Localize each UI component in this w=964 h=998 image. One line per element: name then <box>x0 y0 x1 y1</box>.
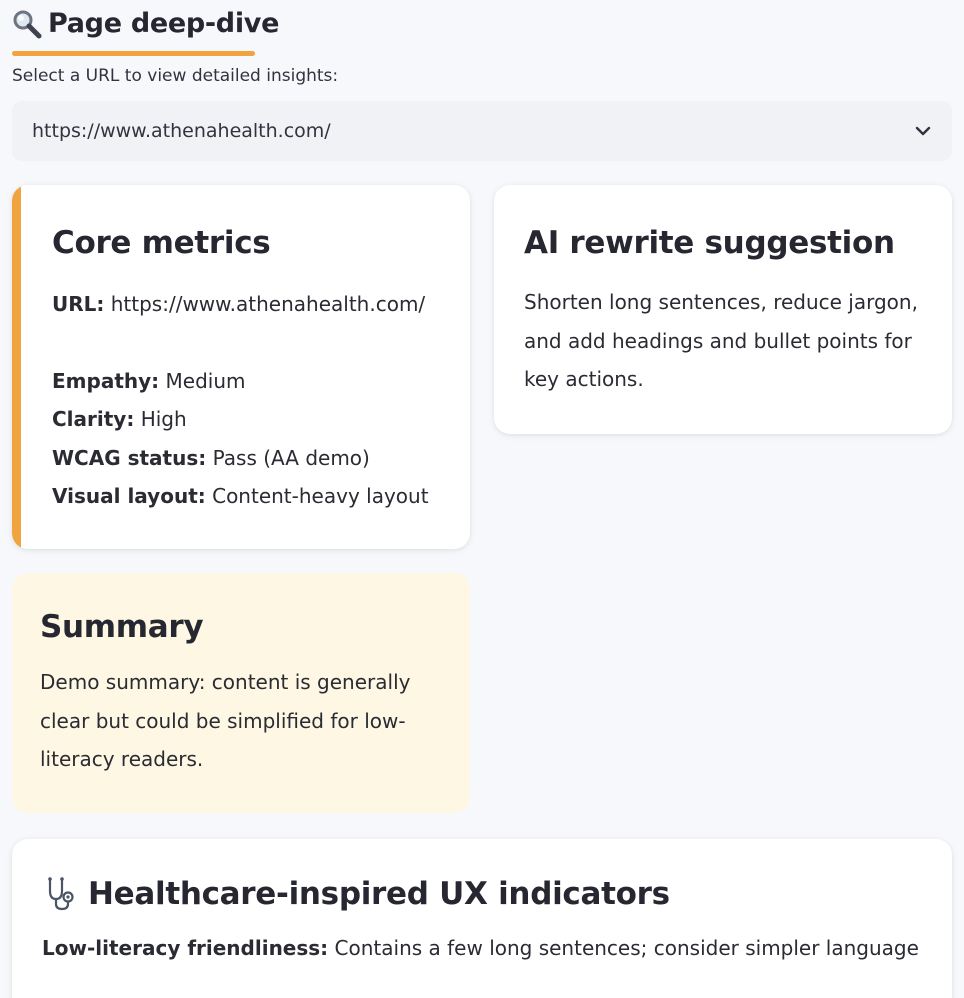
core-metrics-title: Core metrics <box>52 225 271 261</box>
indicator-low-literacy: Low-literacy friendliness: Contains a fe… <box>42 931 924 965</box>
metric-clarity-value: High <box>140 407 187 431</box>
metric-url-value: https://www.athenahealth.com/ <box>110 292 426 316</box>
metric-empathy: Empathy: Medium <box>52 362 450 401</box>
metric-clarity-label: Clarity: <box>52 407 135 431</box>
ux-indicators-title: Healthcare-inspired UX indicators <box>88 876 670 912</box>
ux-indicators-card: Healthcare-inspired UX indicators Low-li… <box>12 839 952 998</box>
metric-empathy-label: Empathy: <box>52 368 160 393</box>
page-deep-dive: Page deep-dive Select a URL to view deta… <box>0 0 964 998</box>
ai-rewrite-card: AI rewrite suggestion Shorten long sente… <box>494 185 952 434</box>
page-title: Page deep-dive <box>48 8 280 39</box>
summary-card: Summary Demo summary: content is general… <box>12 573 470 813</box>
metric-wcag: WCAG status: Pass (AA demo) <box>52 439 450 478</box>
metric-layout-value: Content-heavy layout <box>212 484 429 508</box>
chevron-down-icon[interactable] <box>914 122 932 140</box>
metric-wcag-label: WCAG status: <box>52 445 207 470</box>
ai-rewrite-text: Shorten long sentences, reduce jargon, a… <box>524 290 918 391</box>
indicator-low-literacy-value: Contains a few long sentences; consider … <box>334 936 919 960</box>
metric-layout: Visual layout: Content-heavy layout <box>52 477 450 516</box>
core-metrics-accent-bar <box>12 185 21 549</box>
title-underline <box>12 51 255 56</box>
metric-url: URL: https://www.athenahealth.com/ <box>52 285 450 324</box>
metric-layout-label: Visual layout: <box>52 484 206 508</box>
summary-title: Summary <box>40 609 204 645</box>
summary-text: Demo summary: content is generally clear… <box>40 670 411 771</box>
url-select[interactable]: https://www.athenahealth.com/ <box>12 101 952 161</box>
metric-wcag-value: Pass (AA demo) <box>212 445 370 470</box>
indicator-low-literacy-label: Low-literacy friendliness: <box>42 936 329 960</box>
magnifier-icon <box>13 10 42 38</box>
url-select-value: https://www.athenahealth.com/ <box>32 120 331 142</box>
ai-rewrite-title: AI rewrite suggestion <box>524 225 895 261</box>
metric-url-label: URL: <box>52 292 105 316</box>
section-header: Page deep-dive <box>12 8 279 39</box>
ux-indicators-heading: Healthcare-inspired UX indicators <box>42 875 924 913</box>
metric-clarity: Clarity: High <box>52 400 450 439</box>
core-metrics-card: Core metrics URL: https://www.athenaheal… <box>12 185 470 549</box>
metric-empathy-value: Medium <box>165 368 246 393</box>
url-select-label: Select a URL to view detailed insights: <box>12 66 339 86</box>
stethoscope-icon <box>48 877 74 911</box>
